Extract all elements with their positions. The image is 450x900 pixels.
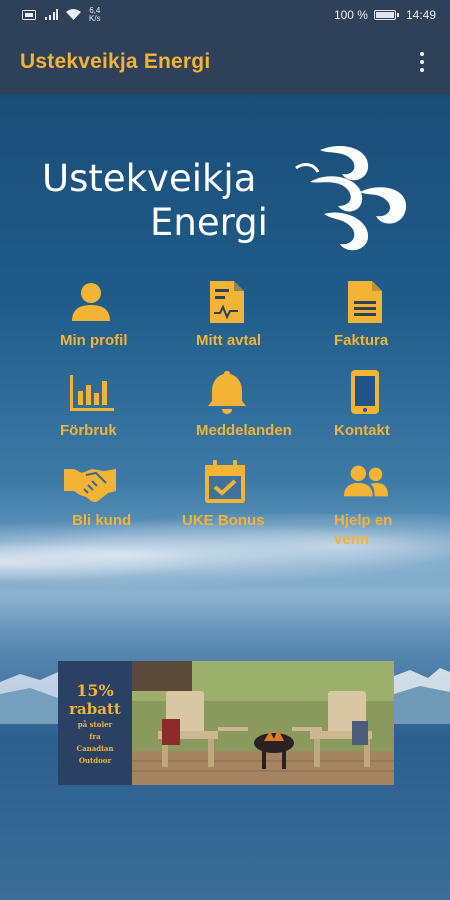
tile-label: Mitt avtal — [196, 332, 262, 349]
tile-mitt-avtal[interactable]: Mitt avtal — [196, 279, 326, 350]
contract-icon — [210, 281, 244, 323]
battery-percent: 100 % — [333, 8, 368, 22]
phone-icon — [351, 370, 379, 414]
banner-line1: på stoler — [77, 719, 113, 729]
banner-percent: 15% — [76, 680, 114, 700]
status-right: 100 % 14:49 — [334, 8, 436, 22]
logo-text-line2: Energi — [150, 201, 268, 244]
app-bar: Ustekveikja Energi — [0, 30, 450, 94]
logo-swirl-icon — [295, 146, 407, 251]
calendar-check-icon — [205, 460, 245, 503]
people-icon — [343, 465, 389, 497]
tile-bli-kund[interactable]: Bli kund — [60, 459, 190, 530]
brand-logo: Ustekveikja Energi — [42, 142, 412, 257]
tile-min-profil[interactable]: Min profil — [60, 279, 190, 350]
tile-kontakt[interactable]: Kontakt — [334, 369, 450, 440]
sim-icon — [22, 10, 36, 20]
banner-line3: Canadian — [76, 743, 114, 753]
clock: 14:49 — [405, 8, 436, 22]
battery-icon — [373, 10, 399, 20]
status-bar: 6,4 K/s 100 % 14:49 — [0, 0, 450, 30]
status-left: 6,4 K/s — [22, 7, 101, 23]
logo-text-line1: Ustekveikja — [42, 157, 257, 200]
bell-icon — [208, 371, 246, 414]
main-content: Ustekveikja Energi Min profil Mitt avtal… — [0, 94, 450, 900]
tile-label: Kontakt — [334, 422, 390, 439]
tile-forbruk[interactable]: Förbruk — [60, 369, 190, 440]
tile-label: Hjelp en venn — [334, 512, 393, 548]
signal-icon — [45, 9, 58, 20]
net-speed: 6,4 K/s — [89, 6, 101, 23]
banner-rabatt: rabatt — [69, 699, 121, 718]
banner-line4: Outdoor — [78, 755, 112, 765]
handshake-icon — [64, 469, 116, 503]
banner-photo-chairs — [132, 661, 394, 785]
tile-uke-bonus[interactable]: UKE Bonus — [182, 459, 312, 530]
tile-label: Min profil — [60, 332, 128, 349]
banner-text-panel: 15% rabatt på stoler fra Canadian Outdoo… — [58, 661, 132, 785]
tile-label: Meddelanden — [196, 422, 292, 439]
promo-banner[interactable]: 15% rabatt på stoler fra Canadian Outdoo… — [58, 661, 394, 785]
tile-label: Faktura — [334, 332, 389, 349]
banner-line2: fra — [89, 731, 101, 741]
tile-faktura[interactable]: Faktura — [334, 279, 450, 350]
more-vert-icon[interactable] — [412, 47, 432, 77]
bar-chart-icon — [70, 375, 114, 411]
tile-hjelp-en-venn[interactable]: Hjelp en venn — [334, 459, 450, 549]
tile-label: UKE Bonus — [182, 512, 265, 529]
tile-meddelanden[interactable]: Meddelanden — [196, 369, 326, 440]
invoice-icon — [348, 281, 382, 323]
tile-label: Förbruk — [60, 422, 117, 439]
wifi-icon — [66, 9, 81, 20]
tile-label: Bli kund — [72, 512, 132, 529]
person-icon — [72, 283, 110, 321]
app-title: Ustekveikja Energi — [20, 50, 211, 73]
